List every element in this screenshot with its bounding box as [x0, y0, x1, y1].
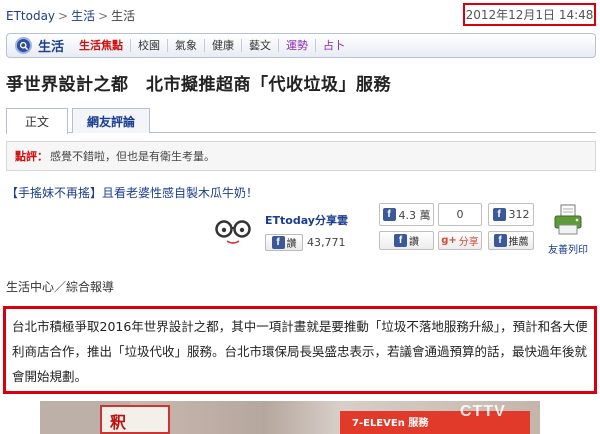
google-plus-widget: 0 g+ 分享	[438, 203, 482, 250]
share-cloud-like-button[interactable]: f 讚	[265, 234, 303, 251]
printer-icon	[554, 204, 582, 235]
facebook-icon: f	[394, 234, 407, 247]
nav-item-weather[interactable]: 氣象	[167, 39, 204, 52]
nav-item-life-focus[interactable]: 生活焦點	[72, 39, 130, 52]
article-byline: 生活中心／綜合報導	[6, 280, 115, 294]
facebook-icon: f	[382, 208, 396, 221]
print-button[interactable]: 友善列印	[545, 203, 591, 256]
breadcrumb: ETtoday > 生活 > 生活	[6, 7, 135, 24]
google-plus-share-button[interactable]: g+ 分享	[438, 231, 482, 250]
google-plus-icon: g+	[441, 235, 457, 246]
article-photo: 釈 7-ELEVEn 服務 CTTV	[40, 401, 540, 434]
tab-user-comments[interactable]: 網友評論	[72, 108, 150, 133]
publish-date: 2012年12月1日 14:48	[463, 3, 596, 26]
section-navbar: 生活 生活焦點 校園 氣象 健康 藝文 運勢 占卜	[6, 33, 596, 58]
facebook-like-count: f 4.3 萬	[379, 203, 434, 226]
nav-item-health[interactable]: 健康	[204, 39, 241, 52]
facebook-icon: f	[492, 208, 506, 221]
like-label: 讚	[286, 239, 297, 250]
article-paragraph: 台北市積極爭取2016年世界設計之都，其中一項計畫就是要推動「垃圾不落地服務升級…	[3, 306, 597, 394]
recommend-label: 推薦	[508, 237, 529, 248]
comment-label: 點評：	[15, 150, 48, 163]
nav-item-campus[interactable]: 校園	[130, 39, 167, 52]
facebook-like-button[interactable]: f 讚	[379, 231, 434, 250]
facebook-icon: f	[271, 236, 285, 249]
article-tabs: 正文 網友評論	[6, 108, 596, 134]
search-icon	[15, 37, 32, 54]
recommend-count-text: 312	[508, 208, 530, 221]
breadcrumb-separator: >	[98, 9, 109, 23]
photo-shop-sign: 釈	[100, 405, 170, 434]
like-count-text: 4.3 萬	[398, 208, 431, 222]
section-title: 生活	[38, 40, 65, 55]
like-label: 讚	[409, 237, 419, 248]
nav-item-divination[interactable]: 占卜	[315, 39, 352, 52]
nav-item-arts[interactable]: 藝文	[241, 39, 278, 52]
breadcrumb-current: 生活	[111, 9, 136, 23]
recommend-widget: f 312 f 推薦	[488, 203, 534, 250]
editor-comment: 點評： 感覺不錯啦，但也是有衛生考量。	[6, 141, 596, 171]
share-cloud: ETtoday分享雲 f 讚 43,771	[213, 208, 373, 258]
share-label: 分享	[458, 237, 479, 248]
facebook-icon: f	[493, 234, 507, 247]
nav-item-horoscope[interactable]: 運勢	[278, 39, 315, 52]
share-cloud-name[interactable]: ETtoday分享雲	[265, 212, 348, 228]
google-plus-count: 0	[438, 203, 482, 226]
comment-text: 感覺不錯啦，但也是有衛生考量。	[50, 150, 215, 163]
share-cloud-count: 43,771	[307, 236, 346, 249]
glasses-logo-icon	[215, 220, 251, 244]
article-title: 爭世界設計之都 北市擬推超商「代收垃圾」服務	[6, 75, 391, 95]
facebook-like-widget: f 4.3 萬 f 讚	[379, 203, 434, 250]
tab-main-text[interactable]: 正文	[6, 108, 68, 134]
section-logo[interactable]: 生活	[7, 34, 72, 57]
photo-watermark: CTTV	[460, 403, 506, 420]
breadcrumb-separator: >	[58, 9, 69, 23]
breadcrumb-section-link[interactable]: 生活	[71, 9, 95, 23]
print-label: 友善列印	[548, 245, 588, 256]
recommend-count: f 312	[488, 203, 534, 226]
recommend-button[interactable]: f 推薦	[488, 231, 534, 250]
promo-link[interactable]: 【手搖妹不再搖】且看老婆性感自製木瓜牛奶！	[6, 184, 258, 201]
breadcrumb-home-link[interactable]: ETtoday	[6, 9, 55, 23]
